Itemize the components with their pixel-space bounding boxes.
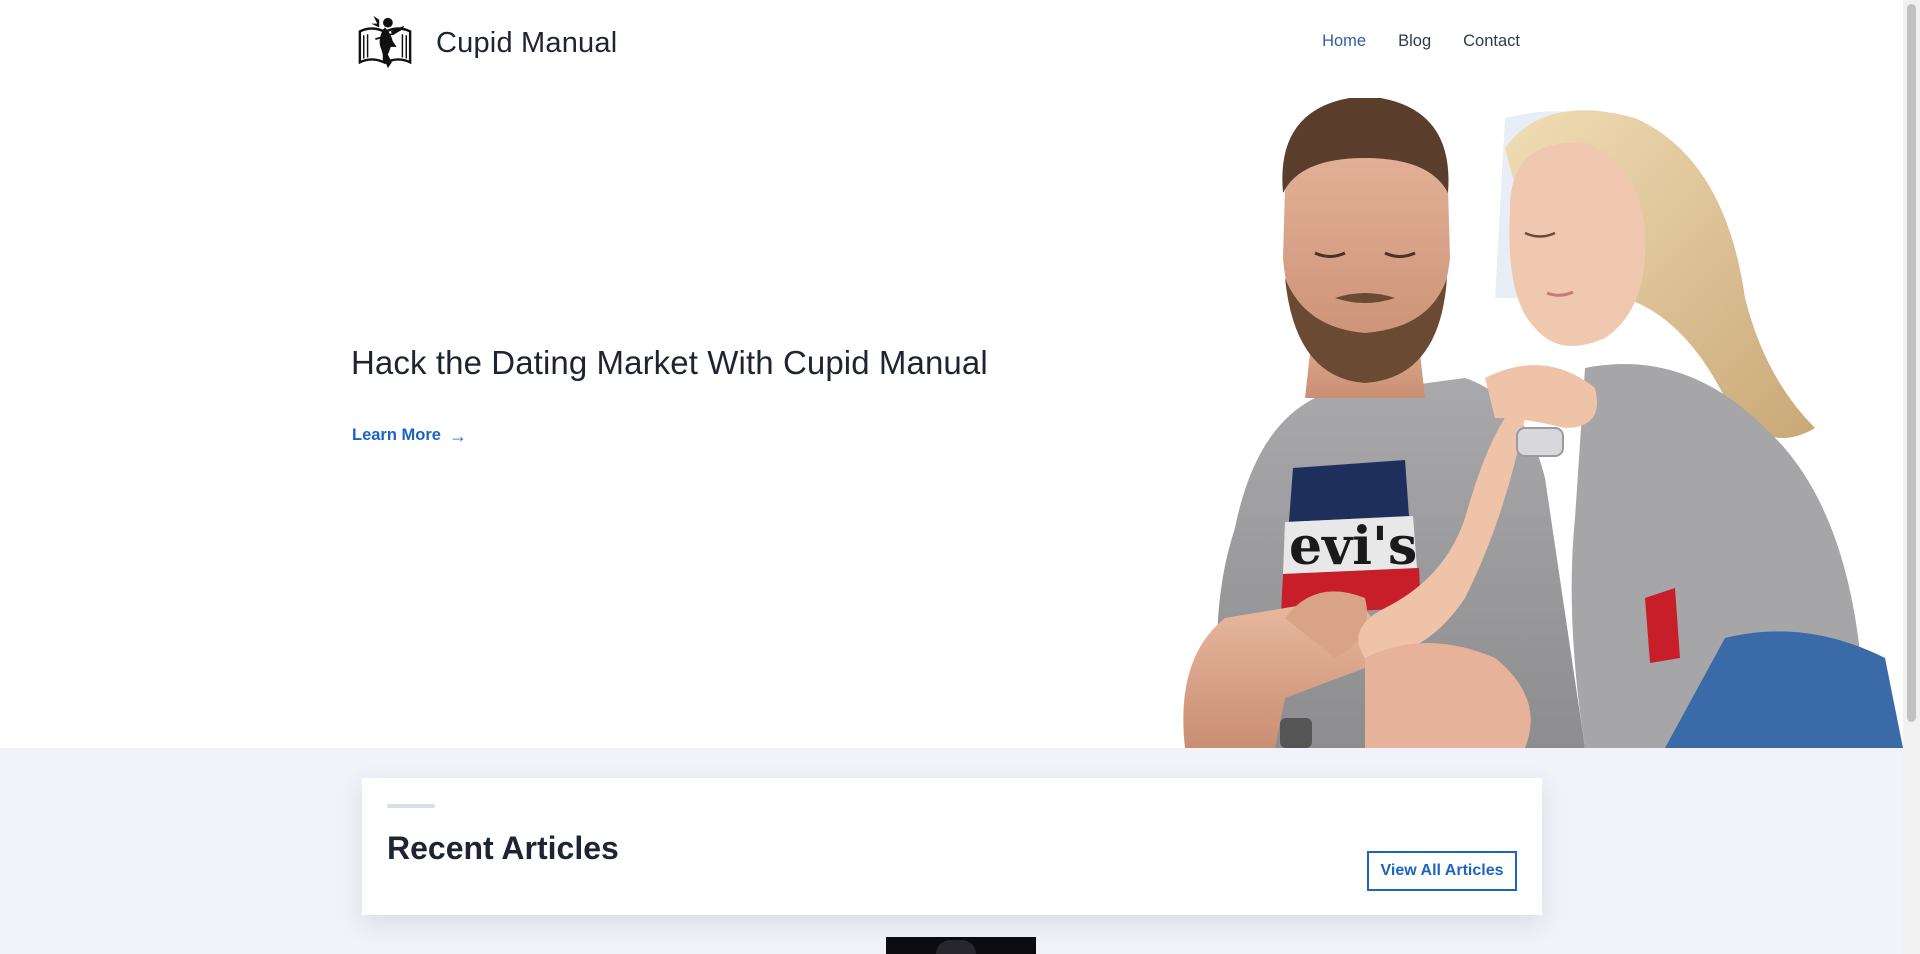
learn-more-link[interactable]: Learn More →: [352, 426, 467, 445]
recent-articles-card: Recent Articles View All Articles: [362, 778, 1542, 915]
brand-name: Cupid Manual: [436, 26, 618, 59]
site-header: Cupid Manual Home Blog Contact: [0, 0, 1903, 90]
learn-more-label: Learn More: [352, 426, 441, 444]
nav-blog[interactable]: Blog: [1398, 32, 1431, 51]
view-all-articles-button[interactable]: View All Articles: [1367, 851, 1517, 891]
article-thumbnail[interactable]: [886, 937, 1036, 954]
recent-articles-section: Recent Articles View All Articles: [0, 748, 1903, 954]
nav-contact[interactable]: Contact: [1463, 32, 1520, 51]
couple-photo: evi's: [1183, 98, 1903, 748]
svg-text:evi's: evi's: [1289, 516, 1417, 577]
arrow-right-icon: →: [448, 425, 467, 446]
page-scrollbar[interactable]: [1903, 0, 1920, 954]
scrollbar-thumb[interactable]: [1907, 4, 1916, 722]
title-accent-bar: [387, 804, 435, 808]
recent-articles-title: Recent Articles: [387, 830, 619, 866]
brand-link[interactable]: Cupid Manual: [356, 14, 617, 72]
main-nav: Home Blog Contact: [1322, 32, 1520, 51]
page: Cupid Manual Home Blog Contact Hack the …: [0, 0, 1920, 954]
nav-home[interactable]: Home: [1322, 32, 1366, 51]
cupid-book-logo-icon: [358, 15, 412, 69]
hero-title: Hack the Dating Market With Cupid Manual: [351, 344, 988, 381]
hero-section: Hack the Dating Market With Cupid Manual…: [0, 90, 1903, 748]
